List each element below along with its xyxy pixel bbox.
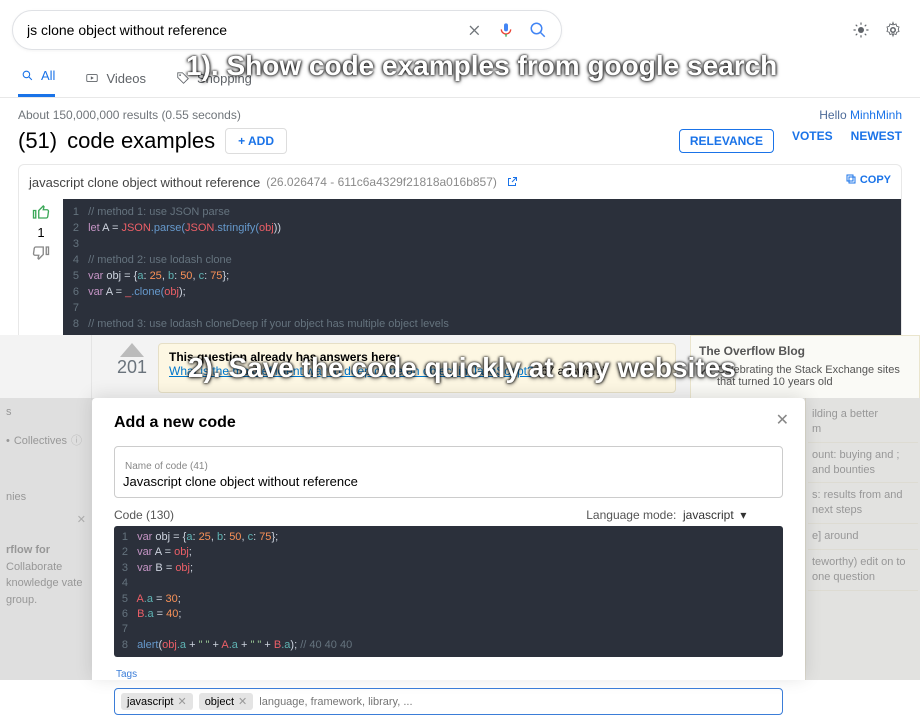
headline-1: 1). Show code examples from google searc… <box>186 50 777 82</box>
search-small-icon <box>18 66 36 84</box>
tags-label: Tags <box>114 669 783 680</box>
close-icon[interactable]: ✕ <box>776 410 789 430</box>
add-button[interactable]: + ADD <box>225 128 287 154</box>
examples-label: code examples <box>67 128 215 154</box>
copy-button[interactable]: COPY <box>845 173 891 191</box>
external-icon[interactable] <box>503 173 521 191</box>
tags-input[interactable] <box>259 696 776 708</box>
tag-chip[interactable]: object✕ <box>199 693 254 710</box>
so-score: 201 <box>117 357 147 378</box>
result-stats: About 150,000,000 results (0.55 seconds) <box>18 108 241 122</box>
headline-2: 2). Save the code quickly at any website… <box>188 352 736 384</box>
theme-icon[interactable] <box>852 21 870 39</box>
search-input[interactable] <box>27 22 465 38</box>
name-label: Name of code (41) <box>123 461 774 472</box>
tab-all[interactable]: All <box>18 66 55 97</box>
search-box[interactable] <box>12 10 562 50</box>
sort-votes[interactable]: VOTES <box>792 129 833 153</box>
tags-box[interactable]: javascript✕ object✕ <box>114 688 783 715</box>
modal-code-block[interactable]: 1 var obj = {a: 25, b: 50, c: 75}; 2 var… <box>114 526 783 657</box>
add-code-modal: ✕ Add a new code Name of code (41) Code … <box>92 398 805 680</box>
modal-title: Add a new code <box>114 414 783 432</box>
card-hash: (26.026474 - 611c6a4329f21818a016b857) <box>266 175 497 189</box>
search-icon[interactable] <box>529 21 547 39</box>
examples-count: (51) <box>18 128 57 154</box>
vote-up-icon[interactable] <box>120 343 144 357</box>
tab-videos-label: Videos <box>106 71 146 86</box>
video-icon <box>83 69 101 87</box>
card-title: javascript clone object without referenc… <box>29 175 260 190</box>
vote-count: 1 <box>37 225 44 240</box>
user-link[interactable]: MinhMinh <box>850 108 902 122</box>
code-label: Code (130) <box>114 508 174 522</box>
sort-relevance[interactable]: RELEVANCE <box>679 129 774 153</box>
clear-icon[interactable] <box>465 21 483 39</box>
tab-all-label: All <box>41 68 55 83</box>
sort-newest[interactable]: NEWEST <box>851 129 902 153</box>
remove-tag-icon: ✕ <box>177 695 186 708</box>
lang-select[interactable]: javascript ▾ <box>683 508 783 522</box>
thumb-up-icon[interactable] <box>32 203 50 221</box>
mic-icon[interactable] <box>497 21 515 39</box>
gear-icon[interactable] <box>884 21 902 39</box>
thumb-down-icon[interactable] <box>32 244 50 262</box>
remove-tag-icon: ✕ <box>238 695 247 708</box>
tag-chip[interactable]: javascript✕ <box>121 693 193 710</box>
tab-videos[interactable]: Videos <box>83 69 146 97</box>
hello-user: Hello MinhMinh <box>819 108 902 122</box>
code-name-input[interactable] <box>123 472 774 491</box>
